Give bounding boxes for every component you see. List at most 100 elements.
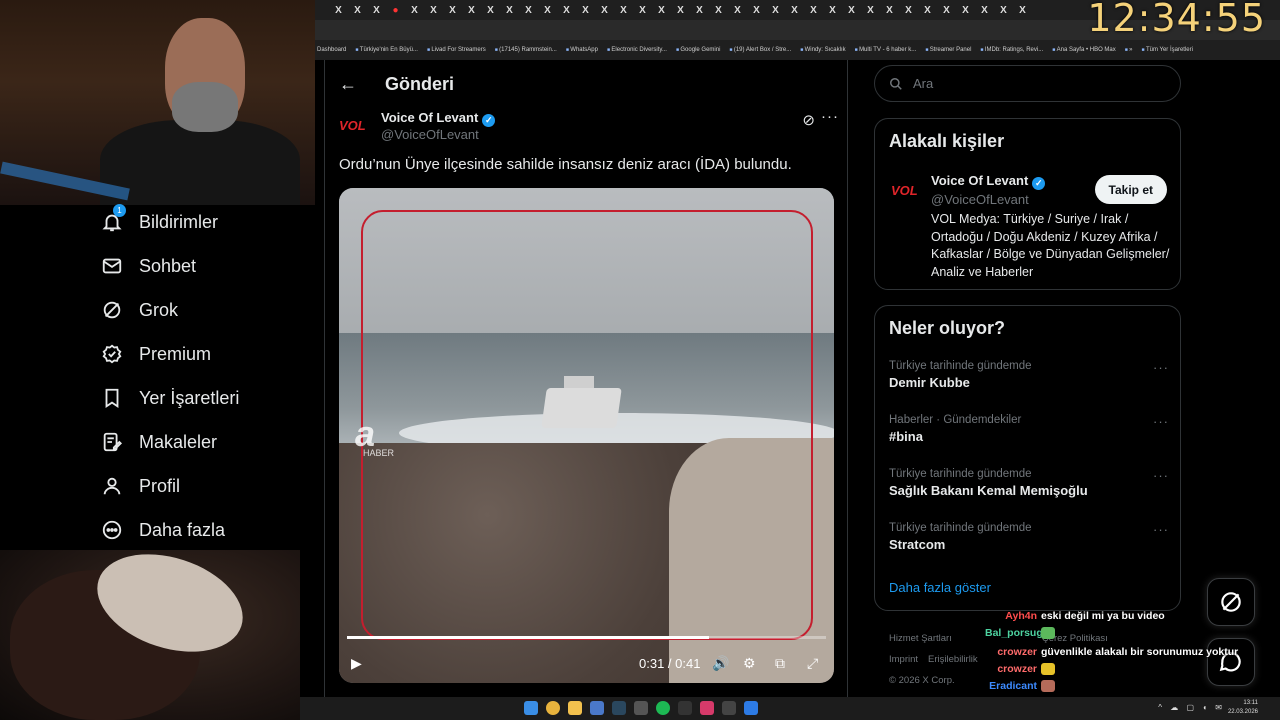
bookmark-item[interactable]: Dashboard — [317, 47, 346, 53]
author-name[interactable]: Voice Of Levant ✓ — [381, 110, 496, 127]
video-player[interactable]: a HABER ▶ 0:31 / 0:41 🔊 ⚙ ⧉ ⤢ — [339, 188, 834, 683]
browser-tab[interactable]: X — [424, 5, 443, 16]
author-handle[interactable]: @VoiceOfLevant — [381, 127, 479, 142]
browser-tab[interactable]: X — [690, 5, 709, 16]
volume-icon[interactable]: 🔊 — [712, 655, 729, 672]
browser-tab[interactable]: X — [652, 5, 671, 16]
browser-tab[interactable]: X — [709, 5, 728, 16]
browser-tab[interactable]: X — [766, 5, 785, 16]
trend-item[interactable]: Türkiye tarihinde gündemde Sağlık Bakanı… — [889, 468, 1169, 498]
browser-tab[interactable]: ● — [386, 5, 405, 16]
browser-tab[interactable]: X — [1013, 5, 1032, 16]
browser-tab[interactable]: X — [538, 5, 557, 16]
sidebar-item-profile[interactable]: Profil — [95, 464, 315, 508]
browser-tab[interactable]: X — [462, 5, 481, 16]
browser-tab[interactable]: X — [348, 5, 367, 16]
app-icon[interactable] — [722, 701, 736, 715]
browser-tab[interactable]: X — [861, 5, 880, 16]
browser-tab[interactable]: X — [633, 5, 652, 16]
app-icon[interactable] — [634, 701, 648, 715]
bookmark-item[interactable]: Google Gemini — [676, 47, 720, 53]
bookmark-item[interactable]: Windy: Sıcaklık — [800, 47, 846, 53]
author-avatar[interactable]: VOL — [339, 118, 366, 133]
browser-tab[interactable]: X — [880, 5, 899, 16]
grok-fab-button[interactable] — [1207, 578, 1255, 626]
video-progress-bar[interactable] — [347, 636, 826, 639]
browser-tab[interactable]: X — [823, 5, 842, 16]
more-options-icon[interactable]: ··· — [821, 108, 839, 125]
play-icon[interactable]: ▶ — [351, 655, 362, 672]
sidebar-item-notifications[interactable]: 1 Bildirimler — [95, 200, 315, 244]
bookmark-item[interactable]: Livad For Streamers — [427, 47, 485, 53]
spotify-icon[interactable] — [656, 701, 670, 715]
pip-icon[interactable]: ⧉ — [775, 655, 785, 672]
related-name[interactable]: Voice Of Levant ✓ — [931, 173, 1046, 190]
browser-tab[interactable]: X — [576, 5, 595, 16]
steam-icon[interactable] — [612, 701, 626, 715]
browser-tab[interactable]: X — [595, 5, 614, 16]
trend-more-icon[interactable]: ··· — [1153, 360, 1169, 375]
app-icon[interactable] — [678, 701, 692, 715]
settings-icon[interactable]: ⚙ — [743, 655, 756, 672]
search-input[interactable] — [913, 76, 1153, 91]
sidebar-item-more[interactable]: Daha fazla — [95, 508, 315, 552]
browser-tab[interactable]: X — [804, 5, 823, 16]
bookmark-item[interactable]: Tüm Yer İşaretleri — [1142, 47, 1193, 53]
show-more-link[interactable]: Daha fazla göster — [889, 580, 991, 595]
follow-button[interactable]: Takip et — [1094, 175, 1167, 204]
bookmark-item[interactable]: Streamer Panel — [925, 47, 972, 53]
app-icon[interactable] — [590, 701, 604, 715]
back-arrow-icon[interactable]: ← — [339, 74, 357, 95]
browser-tab[interactable]: X — [443, 5, 462, 16]
folder-icon[interactable] — [568, 701, 582, 715]
system-tray[interactable]: ^ ☁ ▢ ◖ ✉ — [1158, 703, 1225, 712]
bookmark-item[interactable]: Multi TV - 6 haber k... — [855, 47, 916, 53]
sidebar-item-chat[interactable]: Sohbet — [95, 244, 315, 288]
related-avatar[interactable]: VOL — [891, 183, 918, 198]
taskbar-clock[interactable]: 13:11 22.03.2026 — [1228, 699, 1258, 717]
app-icon[interactable] — [744, 701, 758, 715]
browser-tab[interactable]: X — [500, 5, 519, 16]
browser-tab[interactable]: X — [899, 5, 918, 16]
trend-more-icon[interactable]: ··· — [1153, 522, 1169, 537]
bookmark-item[interactable]: Electronic Diversity... — [607, 47, 667, 53]
sidebar-item-bookmarks[interactable]: Yer İşaretleri — [95, 376, 315, 420]
browser-tab[interactable]: X — [405, 5, 424, 16]
browser-tab[interactable]: X — [671, 5, 690, 16]
browser-tab[interactable]: X — [937, 5, 956, 16]
search-box[interactable] — [874, 65, 1181, 102]
related-handle[interactable]: @VoiceOfLevant — [931, 192, 1029, 207]
bookmark-item[interactable]: Türkiye'nin En Büyü... — [355, 47, 418, 53]
bookmark-item[interactable]: Ana Sayfa • HBO Max — [1052, 47, 1116, 53]
browser-tab[interactable]: X — [481, 5, 500, 16]
bookmark-item[interactable]: IMDb: Ratings, Revi... — [980, 47, 1043, 53]
browser-tab[interactable]: X — [785, 5, 804, 16]
grok-icon[interactable]: ⊘ — [802, 111, 815, 129]
trend-more-icon[interactable]: ··· — [1153, 468, 1169, 483]
bookmark-item[interactable]: WhatsApp — [566, 47, 598, 53]
browser-tab[interactable]: X — [918, 5, 937, 16]
browser-tab[interactable]: X — [728, 5, 747, 16]
trend-item[interactable]: Türkiye tarihinde gündemde Demir Kubbe ·… — [889, 360, 1169, 390]
trend-item[interactable]: Haberler · Gündemdekiler #bina ··· — [889, 414, 1169, 444]
trend-more-icon[interactable]: ··· — [1153, 414, 1169, 429]
sidebar-item-grok[interactable]: Grok — [95, 288, 315, 332]
chrome-icon[interactable] — [546, 701, 560, 715]
browser-tab[interactable]: X — [975, 5, 994, 16]
footer-link[interactable]: Imprint — [889, 654, 918, 665]
footer-link[interactable]: Hizmet Şartları — [889, 633, 952, 644]
sidebar-item-articles[interactable]: Makaleler — [95, 420, 315, 464]
browser-tab[interactable]: X — [747, 5, 766, 16]
start-icon[interactable] — [524, 701, 538, 715]
bookmark-item[interactable]: (19) Alert Box / Stre... — [729, 47, 791, 53]
bookmark-item[interactable]: » — [1125, 47, 1132, 53]
browser-tab[interactable]: X — [842, 5, 861, 16]
browser-tab[interactable]: X — [994, 5, 1013, 16]
footer-link[interactable]: Erişilebilirlik — [928, 654, 978, 665]
browser-tab[interactable]: X — [519, 5, 538, 16]
browser-tab[interactable]: X — [329, 5, 348, 16]
app-icon[interactable] — [700, 701, 714, 715]
sidebar-item-premium[interactable]: Premium — [95, 332, 315, 376]
bookmark-item[interactable]: (17145) Rammstein... — [495, 47, 557, 53]
trend-item[interactable]: Türkiye tarihinde gündemde Stratcom ··· — [889, 522, 1169, 552]
